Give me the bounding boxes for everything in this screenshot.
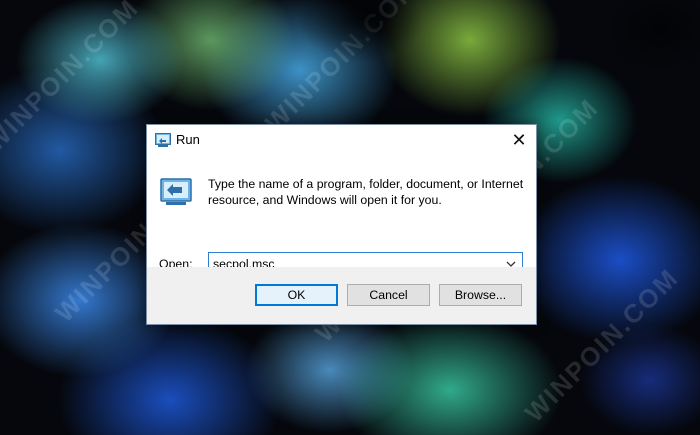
browse-button[interactable]: Browse... [439, 284, 522, 306]
watermark: WINPOIN.COM [518, 262, 685, 428]
cancel-button[interactable]: Cancel [347, 284, 430, 306]
run-dialog: Run ✕ Type the name of a program, folder… [146, 124, 537, 325]
dialog-footer: OK Cancel Browse... [147, 267, 536, 324]
dialog-title: Run [176, 132, 200, 147]
dialog-content: Type the name of a program, folder, docu… [147, 155, 536, 276]
watermark: WINPOIN.COM [0, 0, 145, 158]
close-button[interactable]: ✕ [502, 125, 536, 155]
run-icon [160, 178, 192, 206]
title-bar[interactable]: Run ✕ [147, 125, 536, 155]
watermark: WINPOIN.COM [258, 0, 425, 138]
close-icon: ✕ [511, 129, 527, 150]
run-description: Type the name of a program, folder, docu… [208, 177, 524, 207]
run-icon [155, 133, 171, 147]
ok-button[interactable]: OK [255, 284, 338, 306]
